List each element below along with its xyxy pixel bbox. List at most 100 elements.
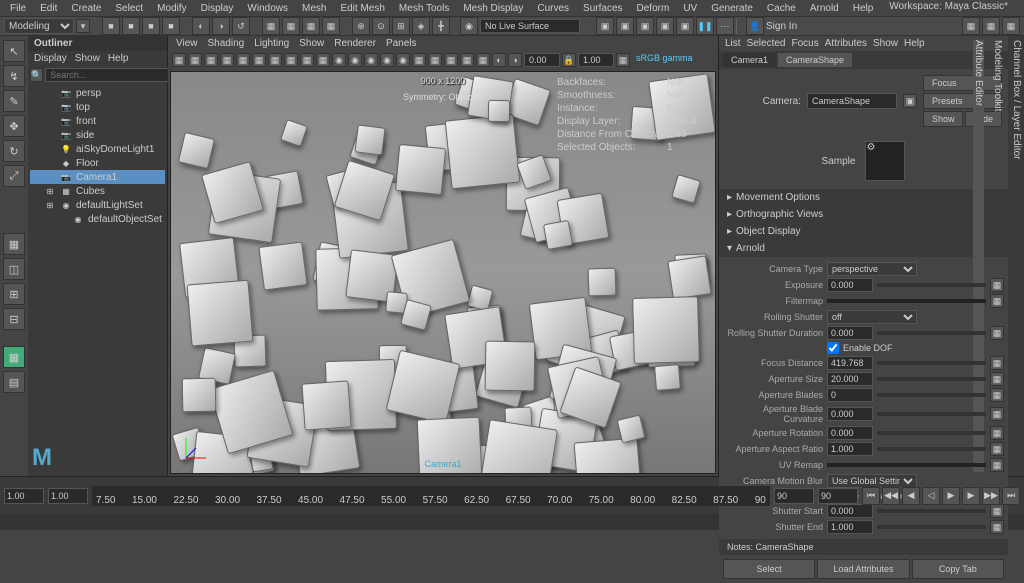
menu-uv[interactable]: UV bbox=[677, 3, 703, 14]
outliner-menu[interactable]: Display bbox=[34, 53, 67, 64]
vp-menu[interactable]: Show bbox=[299, 38, 324, 49]
attr-menu[interactable]: Focus bbox=[791, 38, 818, 49]
next-key-icon[interactable]: ▶ bbox=[962, 487, 980, 505]
vp-icon[interactable]: ▦ bbox=[268, 53, 282, 67]
prop-slider[interactable] bbox=[877, 331, 986, 335]
render-icon[interactable]: ▣ bbox=[616, 17, 634, 35]
paint-tool-icon[interactable]: ✎ bbox=[3, 90, 25, 112]
lock-icon[interactable]: 🔒 bbox=[562, 53, 576, 67]
tab-channelbox[interactable]: Channel Box / Layer Editor bbox=[1011, 40, 1022, 472]
menu-surfaces[interactable]: Surfaces bbox=[577, 3, 628, 14]
end-frame-input[interactable] bbox=[774, 488, 814, 504]
lasso-tool-icon[interactable]: ↯ bbox=[3, 65, 25, 87]
vp-icon[interactable]: ◉ bbox=[332, 53, 346, 67]
start-frame-input[interactable] bbox=[48, 488, 88, 504]
render-icon[interactable]: ⋯ bbox=[716, 17, 734, 35]
prop-input[interactable] bbox=[827, 356, 873, 370]
vp-num-field[interactable] bbox=[524, 53, 560, 67]
vp-icon[interactable]: ◑ bbox=[508, 53, 522, 67]
shelf-icon[interactable]: ◐ bbox=[192, 17, 210, 35]
prop-input[interactable] bbox=[827, 326, 873, 340]
move-tool-icon[interactable]: ✥ bbox=[3, 115, 25, 137]
focus-button[interactable]: Focus bbox=[923, 75, 1002, 91]
prop-select[interactable]: perspective bbox=[827, 262, 917, 276]
vp-icon[interactable]: ▦ bbox=[616, 53, 630, 67]
rotate-tool-icon[interactable]: ↻ bbox=[3, 140, 25, 162]
prop-slider[interactable] bbox=[877, 447, 986, 451]
menu-file[interactable]: File bbox=[4, 3, 32, 14]
vp-icon[interactable]: ▦ bbox=[428, 53, 442, 67]
presets-button[interactable]: Presets bbox=[923, 93, 1002, 109]
vp-menu[interactable]: Shading bbox=[208, 38, 245, 49]
menu-edit[interactable]: Edit bbox=[34, 3, 63, 14]
render-icon[interactable]: ▣ bbox=[596, 17, 614, 35]
vp-icon[interactable]: ◉ bbox=[396, 53, 410, 67]
outliner-item[interactable]: 📷front bbox=[30, 114, 165, 128]
menu-create[interactable]: Create bbox=[65, 3, 107, 14]
prop-select[interactable]: off bbox=[827, 310, 917, 324]
tab-camera1[interactable]: Camera1 bbox=[723, 53, 776, 67]
mode-select[interactable]: Modeling bbox=[4, 18, 74, 34]
notes-field[interactable]: Notes: CameraShape bbox=[719, 539, 1008, 555]
snap-icon[interactable]: ⊞ bbox=[392, 17, 410, 35]
vp-icon[interactable]: ▦ bbox=[252, 53, 266, 67]
vp-icon[interactable]: ◉ bbox=[364, 53, 378, 67]
vp-icon[interactable]: ▦ bbox=[412, 53, 426, 67]
vp-menu[interactable]: Renderer bbox=[334, 38, 376, 49]
node-icon[interactable]: ▣ bbox=[903, 94, 917, 108]
shelf-icon[interactable]: ◑ bbox=[212, 17, 230, 35]
scale-tool-icon[interactable]: ⤢ bbox=[3, 165, 25, 187]
prop-input[interactable] bbox=[827, 426, 873, 440]
shelf-icon[interactable]: ■ bbox=[162, 17, 180, 35]
menu-mesh-display[interactable]: Mesh Display bbox=[457, 3, 529, 14]
render-icon[interactable]: ❚❚ bbox=[696, 17, 714, 35]
shelf-icon[interactable]: ▦ bbox=[302, 17, 320, 35]
render-icon[interactable]: ▣ bbox=[676, 17, 694, 35]
account-icon[interactable]: 👤 bbox=[746, 17, 764, 35]
layout-tool-icon[interactable]: ▤ bbox=[3, 371, 25, 393]
vp-menu[interactable]: Lighting bbox=[254, 38, 289, 49]
outliner-item[interactable]: ⊞◉defaultLightSet bbox=[30, 198, 165, 212]
layout-tool-icon[interactable]: ▦ bbox=[3, 233, 25, 255]
layout-icon[interactable]: ▦ bbox=[982, 17, 1000, 35]
render-icon[interactable]: ▣ bbox=[656, 17, 674, 35]
attr-menu[interactable]: Attributes bbox=[825, 38, 867, 49]
outliner-item[interactable]: 📷top bbox=[30, 100, 165, 114]
prop-slider[interactable] bbox=[877, 361, 986, 365]
menu-mesh[interactable]: Mesh bbox=[296, 3, 332, 14]
layout-tool-icon[interactable]: ⊞ bbox=[3, 283, 25, 305]
show-button[interactable]: Show bbox=[923, 111, 964, 127]
outliner-item[interactable]: 💡aiSkyDomeLight1 bbox=[30, 142, 165, 156]
menu-generate[interactable]: Generate bbox=[705, 3, 759, 14]
vp-menu[interactable]: View bbox=[176, 38, 198, 49]
layout-tool-icon[interactable]: ▦ bbox=[3, 346, 25, 368]
outliner-item[interactable]: ◉defaultObjectSet bbox=[30, 212, 165, 226]
menu-windows[interactable]: Windows bbox=[241, 3, 294, 14]
snap-icon[interactable]: ◈ bbox=[412, 17, 430, 35]
render-icon[interactable]: ▣ bbox=[636, 17, 654, 35]
range-start-input[interactable] bbox=[4, 488, 44, 504]
prop-input[interactable] bbox=[827, 407, 873, 421]
time-slider[interactable]: 7.5015.0022.5030.0037.5045.0047.5055.005… bbox=[92, 486, 770, 506]
vp-icon[interactable]: ▦ bbox=[476, 53, 490, 67]
menu-modify[interactable]: Modify bbox=[151, 3, 192, 14]
vp-icon[interactable]: ▦ bbox=[300, 53, 314, 67]
vp-icon[interactable]: ▦ bbox=[220, 53, 234, 67]
outliner-item[interactable]: 📷persp bbox=[30, 86, 165, 100]
section-ortho[interactable]: ▸ Orthographic Views bbox=[719, 206, 1008, 223]
attr-menu[interactable]: Selected bbox=[747, 38, 786, 49]
tab-modeling-toolkit[interactable]: Modeling Toolkit bbox=[992, 40, 1003, 472]
layout-tool-icon[interactable]: ⊟ bbox=[3, 308, 25, 330]
step-back-icon[interactable]: ◀◀ bbox=[882, 487, 900, 505]
menu-curves[interactable]: Curves bbox=[531, 3, 575, 14]
outliner-search-input[interactable] bbox=[45, 68, 172, 82]
prop-input[interactable] bbox=[827, 388, 873, 402]
vp-icon[interactable]: ◉ bbox=[380, 53, 394, 67]
shelf-icon[interactable]: ■ bbox=[122, 17, 140, 35]
map-icon[interactable]: ▦ bbox=[990, 520, 1004, 534]
prop-slider[interactable] bbox=[877, 412, 986, 416]
snap-icon[interactable]: ⊕ bbox=[352, 17, 370, 35]
snap-icon[interactable]: ╋ bbox=[432, 17, 450, 35]
prop-input[interactable] bbox=[827, 278, 873, 292]
forward-end-icon[interactable]: ⏭ bbox=[1002, 487, 1020, 505]
